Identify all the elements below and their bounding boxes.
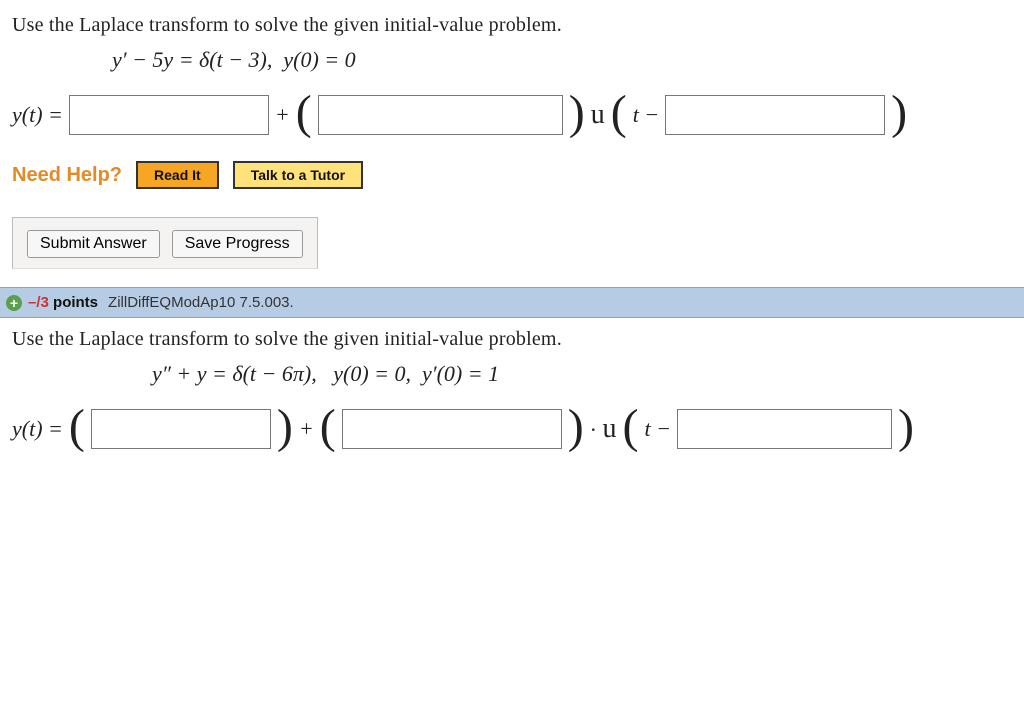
question-header-bar: + –/3 points ZillDiffEQModAp10 7.5.003. xyxy=(0,287,1024,318)
open-paren-icon-4: ( xyxy=(320,403,336,451)
save-progress-button[interactable]: Save Progress xyxy=(172,230,303,258)
q2-blank-2[interactable] xyxy=(342,409,562,449)
close-paren-icon-3: ) xyxy=(277,403,293,451)
question-id: ZillDiffEQModAp10 7.5.003. xyxy=(108,294,294,311)
q2-answer-row: y(t) = ( ) + ( ) · u ( t − ) xyxy=(12,405,1012,453)
talk-to-tutor-button[interactable]: Talk to a Tutor xyxy=(233,161,363,189)
q2-equation-text: y″ + y = δ(t − 6π), y(0) = 0, y′(0) = 1 xyxy=(152,361,499,386)
q2-dot-u: · u xyxy=(590,413,617,445)
q2-answer-prefix: y(t) = xyxy=(12,416,63,442)
help-row: Need Help? Read It Talk to a Tutor xyxy=(12,161,1012,189)
q1-blank-1[interactable] xyxy=(69,95,269,135)
expand-icon[interactable]: + xyxy=(6,295,22,311)
points-negative: –/3 xyxy=(28,294,49,311)
open-paren-icon: ( xyxy=(296,89,312,137)
q1-answer-row: y(t) = + ( ) u ( t − ) xyxy=(12,91,1012,139)
need-help-label: Need Help? xyxy=(12,164,122,187)
q1-answer-prefix: y(t) = xyxy=(12,102,63,128)
points-label: points xyxy=(49,294,98,311)
q1-plus: + xyxy=(275,102,290,128)
q2-equation: y″ + y = δ(t − 6π), y(0) = 0, y′(0) = 1 xyxy=(152,361,1012,387)
q2-t-minus: t − xyxy=(644,416,670,442)
q1-blank-2[interactable] xyxy=(318,95,563,135)
open-paren-icon-5: ( xyxy=(623,403,639,451)
q1-prompt: Use the Laplace transform to solve the g… xyxy=(12,14,1012,37)
close-paren-icon-4: ) xyxy=(568,403,584,451)
q2-blank-3[interactable] xyxy=(677,409,892,449)
q1-equation-text: y′ − 5y = δ(t − 3), y(0) = 0 xyxy=(112,47,356,72)
submit-bar: Submit Answer Save Progress xyxy=(12,217,318,269)
q1-blank-3[interactable] xyxy=(665,95,885,135)
close-paren-icon-5: ) xyxy=(898,403,914,451)
q2-plus: + xyxy=(299,416,314,442)
step-u-icon: u xyxy=(591,99,605,131)
q1-equation: y′ − 5y = δ(t − 3), y(0) = 0 xyxy=(112,47,1012,73)
open-paren-icon-2: ( xyxy=(611,89,627,137)
close-paren-icon: ) xyxy=(569,89,585,137)
q2-blank-1[interactable] xyxy=(91,409,271,449)
step-u-icon-2: u xyxy=(603,413,617,444)
read-it-button[interactable]: Read It xyxy=(136,161,219,189)
open-paren-icon-3: ( xyxy=(69,403,85,451)
q2-prompt: Use the Laplace transform to solve the g… xyxy=(12,328,1012,351)
q1-t-minus: t − xyxy=(633,102,659,128)
close-paren-icon-2: ) xyxy=(891,89,907,137)
submit-answer-button[interactable]: Submit Answer xyxy=(27,230,160,258)
